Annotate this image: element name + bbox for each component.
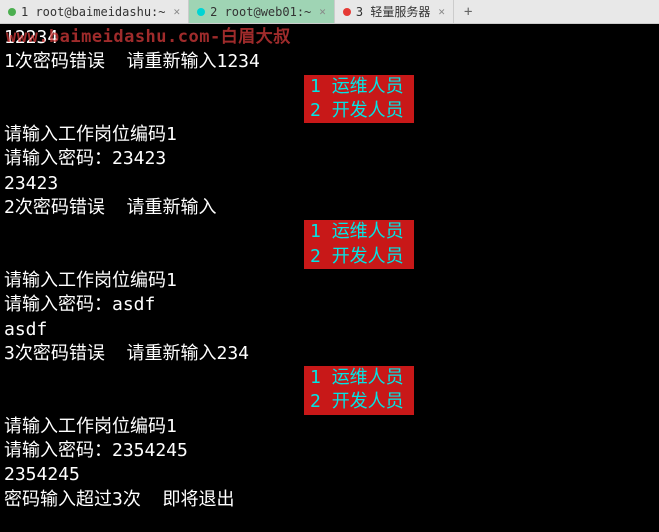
terminal-line: 请输入密码：asdf	[4, 293, 655, 317]
terminal-line: 2次密码错误 请重新输入	[4, 196, 655, 220]
terminal-line: 3次密码错误 请重新输入234	[4, 342, 655, 366]
terminal-line: 请输入工作岗位编码1	[4, 269, 655, 293]
terminal-line: asdf	[4, 318, 655, 342]
terminal-line: 1次密码错误 请重新输入1234	[4, 50, 655, 74]
menu-num: 1	[310, 221, 321, 242]
menu-label: 运维人员	[332, 367, 404, 388]
terminal-line: 请输入工作岗位编码1	[4, 123, 655, 147]
terminal-line: 请输入密码：2354245	[4, 439, 655, 463]
tab-label: 2 root@web01:~	[210, 5, 311, 19]
menu-block: 1 运维人员 2 开发人员	[4, 220, 655, 269]
add-tab-button[interactable]: +	[454, 4, 482, 20]
terminal-line: 12234	[4, 26, 655, 50]
menu-label: 开发人员	[332, 246, 404, 267]
menu-label: 运维人员	[332, 221, 404, 242]
menu-option: 2 开发人员	[304, 245, 414, 269]
close-icon[interactable]: ✕	[319, 5, 326, 18]
menu-option: 2 开发人员	[304, 99, 414, 123]
terminal-output[interactable]: 12234 1次密码错误 请重新输入1234 1 运维人员 2 开发人员 请输入…	[0, 24, 659, 514]
menu-block: 1 运维人员 2 开发人员	[4, 75, 655, 124]
terminal-line: 请输入工作岗位编码1	[4, 415, 655, 439]
terminal-line: 23423	[4, 172, 655, 196]
menu-label: 开发人员	[332, 100, 404, 121]
menu-num: 2	[310, 100, 321, 121]
menu-option: 1 运维人员	[304, 220, 414, 244]
tab-label: 3 轻量服务器	[356, 3, 430, 20]
terminal-line: 2354245	[4, 463, 655, 487]
menu-label: 运维人员	[332, 76, 404, 97]
menu-num: 2	[310, 246, 321, 267]
menu-label: 开发人员	[332, 391, 404, 412]
status-dot-icon	[197, 8, 205, 16]
menu-num: 2	[310, 391, 321, 412]
menu-option: 1 运维人员	[304, 75, 414, 99]
close-icon[interactable]: ✕	[438, 5, 445, 18]
menu-option: 1 运维人员	[304, 366, 414, 390]
status-dot-icon	[8, 8, 16, 16]
tab-1[interactable]: 1 root@baimeidashu:~ ✕	[0, 0, 189, 23]
menu-num: 1	[310, 367, 321, 388]
close-icon[interactable]: ✕	[174, 5, 181, 18]
menu-block: 1 运维人员 2 开发人员	[4, 366, 655, 415]
terminal-line: 密码输入超过3次 即将退出	[4, 488, 655, 512]
tab-label: 1 root@baimeidashu:~	[21, 5, 166, 19]
menu-option: 2 开发人员	[304, 390, 414, 414]
tab-3[interactable]: 3 轻量服务器 ✕	[335, 0, 454, 23]
terminal-line: 请输入密码：23423	[4, 147, 655, 171]
tab-2[interactable]: 2 root@web01:~ ✕	[189, 0, 335, 23]
tab-bar: 1 root@baimeidashu:~ ✕ 2 root@web01:~ ✕ …	[0, 0, 659, 24]
status-dot-icon	[343, 8, 351, 16]
menu-num: 1	[310, 76, 321, 97]
